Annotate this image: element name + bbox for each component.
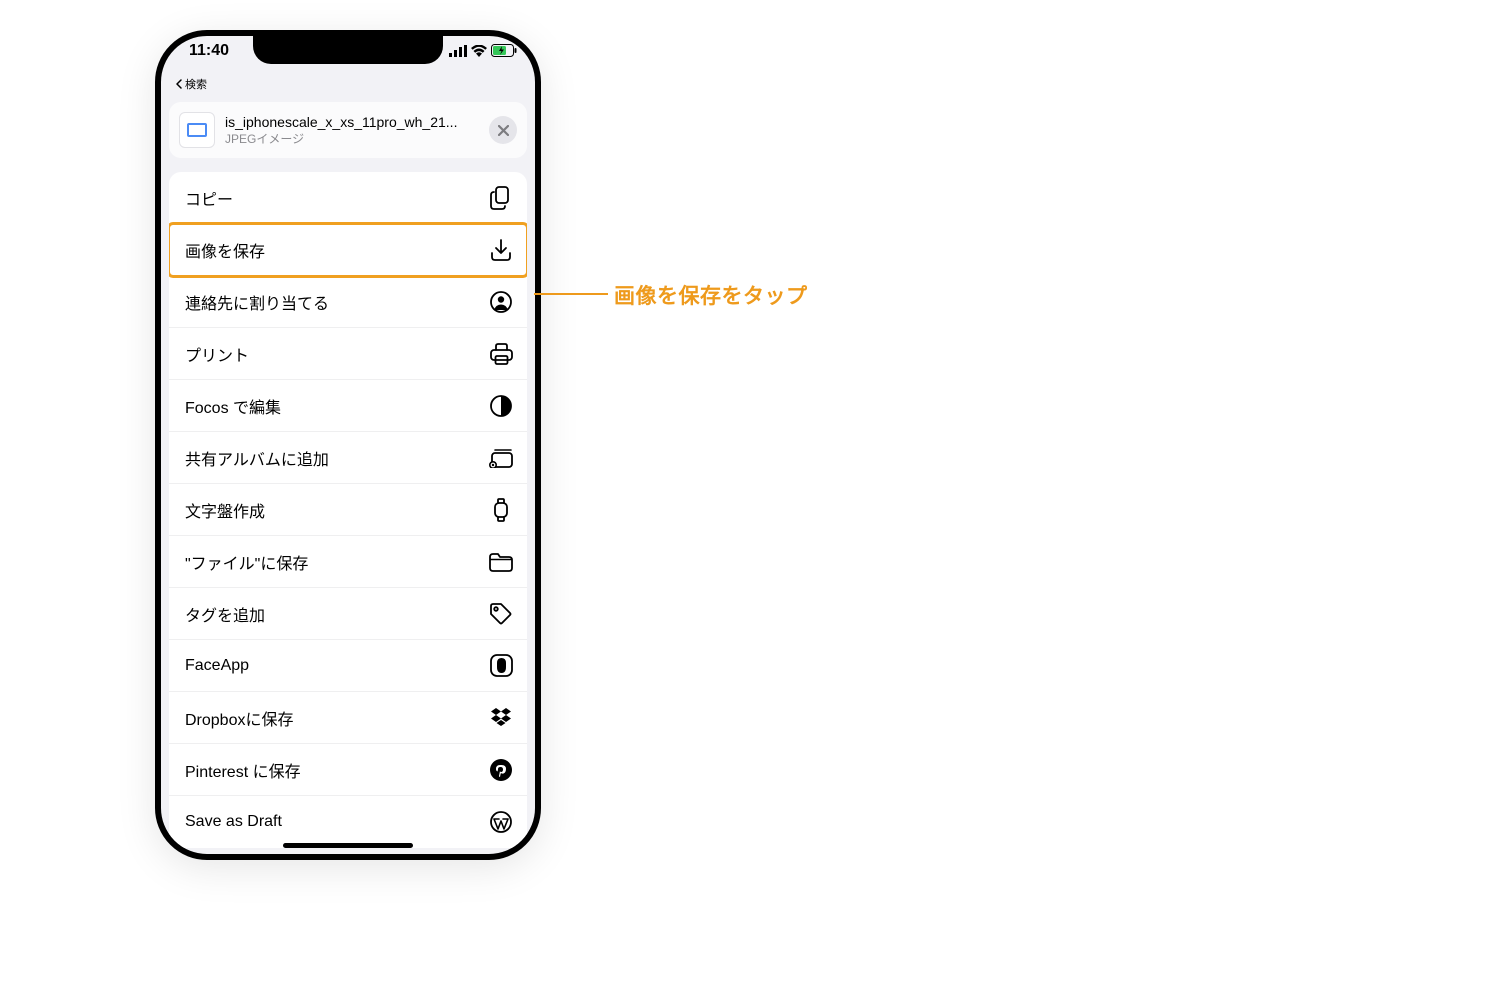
file-name: is_iphonescale_x_xs_11pro_wh_21... — [225, 114, 479, 130]
halfmoon-icon — [489, 394, 513, 418]
action-contact[interactable]: 連絡先に割り当てる — [169, 276, 527, 328]
phone-frame: 11:40 検索 is_iphonescale_x_xs_11pro_wh_21… — [155, 30, 541, 860]
dropbox-icon — [489, 706, 513, 730]
watch-icon — [489, 498, 513, 522]
status-icons — [449, 44, 517, 57]
download-icon — [489, 238, 513, 262]
battery-icon — [491, 44, 517, 57]
status-time: 11:40 — [189, 42, 229, 60]
tag-icon — [489, 602, 513, 626]
action-faceapp[interactable]: FaceApp — [169, 640, 527, 692]
back-chevron-icon — [175, 79, 183, 89]
action-list: コピー画像を保存連絡先に割り当てるプリント Focos で編集共有アルバムに追加文… — [169, 172, 527, 848]
action-folder[interactable]: "ファイル"に保存 — [169, 536, 527, 588]
phone-notch — [253, 36, 443, 64]
back-label: 検索 — [185, 76, 207, 92]
wifi-icon — [471, 45, 487, 57]
back-nav[interactable]: 検索 — [161, 76, 535, 96]
file-type: JPEGイメージ — [225, 130, 479, 147]
action-label: タグを追加 — [185, 602, 265, 626]
action-copy[interactable]: コピー — [169, 172, 527, 224]
action-label: プリント — [185, 342, 249, 366]
folder-icon — [489, 550, 513, 574]
action-label: 文字盤作成 — [185, 498, 265, 522]
action-halfmoon[interactable]: Focos で編集 — [169, 380, 527, 432]
action-label: Focos で編集 — [185, 394, 281, 418]
file-thumbnail — [179, 112, 215, 148]
action-label: "ファイル"に保存 — [185, 550, 308, 574]
action-label: FaceApp — [185, 657, 249, 675]
action-tag[interactable]: タグを追加 — [169, 588, 527, 640]
action-print[interactable]: プリント — [169, 328, 527, 380]
cellular-icon — [449, 45, 467, 57]
action-pinterest[interactable]: Pinterest に保存 — [169, 744, 527, 796]
action-label: 連絡先に割り当てる — [185, 290, 329, 314]
print-icon — [489, 342, 513, 366]
action-download[interactable]: 画像を保存 — [169, 224, 527, 276]
close-icon — [498, 125, 509, 136]
action-label: Dropboxに保存 — [185, 706, 293, 730]
action-label: Pinterest に保存 — [185, 758, 301, 782]
pinterest-icon — [489, 758, 513, 782]
album-icon — [489, 446, 513, 470]
action-label: 共有アルバムに追加 — [185, 446, 329, 470]
contact-icon — [489, 290, 513, 314]
wordpress-icon — [489, 810, 513, 834]
home-indicator[interactable] — [283, 843, 413, 848]
copy-icon — [489, 186, 513, 210]
action-label: 画像を保存 — [185, 238, 265, 262]
action-label: Save as Draft — [185, 813, 282, 831]
action-label: コピー — [185, 186, 233, 210]
action-dropbox[interactable]: Dropboxに保存 — [169, 692, 527, 744]
faceapp-icon — [489, 654, 513, 678]
action-watch[interactable]: 文字盤作成 — [169, 484, 527, 536]
action-album[interactable]: 共有アルバムに追加 — [169, 432, 527, 484]
close-button[interactable] — [489, 116, 517, 144]
action-wordpress[interactable]: Save as Draft — [169, 796, 527, 848]
callout-text: 画像を保存をタップ — [614, 280, 808, 310]
share-header: is_iphonescale_x_xs_11pro_wh_21... JPEGイ… — [169, 102, 527, 158]
callout-line — [534, 293, 608, 295]
